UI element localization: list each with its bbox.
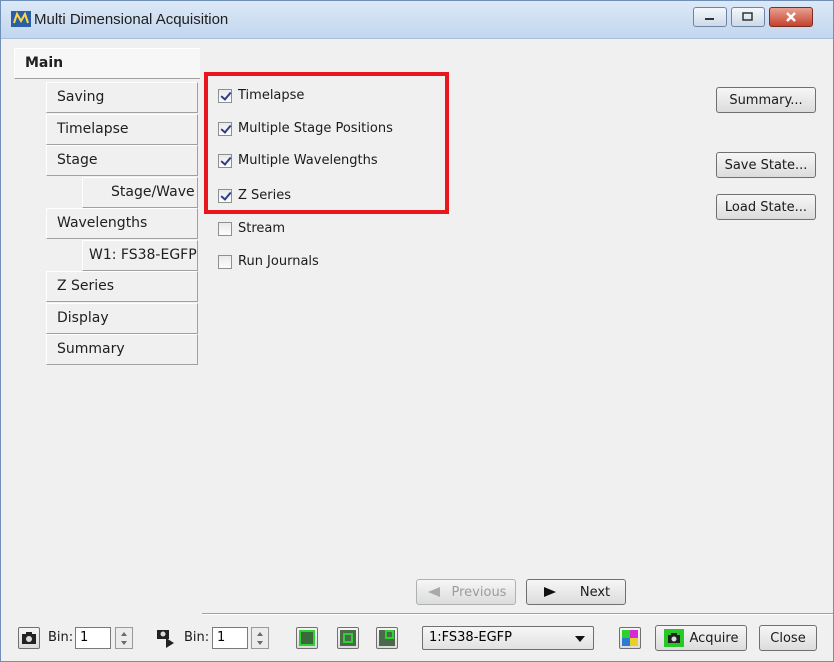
- wavelength-select[interactable]: 1:FS38-EGFP: [422, 626, 594, 650]
- tab-timelapse[interactable]: Timelapse: [46, 114, 198, 145]
- bin-spinner[interactable]: [115, 627, 133, 649]
- previous-button[interactable]: Previous: [416, 579, 516, 605]
- user-region-icon: [379, 630, 395, 646]
- maximize-icon: [742, 12, 753, 21]
- client-area: Main Saving Timelapse Stage Stage/Wave W…: [2, 40, 833, 661]
- bin-label-2: Bin:: [184, 630, 210, 645]
- tab-display[interactable]: Display: [46, 303, 198, 334]
- chevron-down-icon: [575, 636, 585, 642]
- left-arrow-icon: [427, 587, 440, 597]
- tab-z-series[interactable]: Z Series: [46, 271, 198, 302]
- save-state-button[interactable]: Save State...: [716, 152, 816, 178]
- acquire-camera-icon: [663, 629, 684, 647]
- next-label: Next: [579, 584, 611, 600]
- title-bar[interactable]: Multi Dimensional Acquisition: [1, 1, 833, 39]
- close-window-button[interactable]: [769, 7, 813, 27]
- bin-spinner-2[interactable]: [251, 627, 269, 649]
- tab-wavelengths[interactable]: Wavelengths: [46, 208, 198, 239]
- option-stream[interactable]: Stream: [218, 221, 285, 236]
- summary-button[interactable]: Summary...: [716, 87, 816, 113]
- maximize-button[interactable]: [731, 7, 765, 27]
- tab-w1-fs38-egfp[interactable]: W1: FS38-EGFP: [82, 240, 198, 271]
- load-state-button[interactable]: Load State...: [716, 194, 816, 220]
- tab-summary[interactable]: Summary: [46, 334, 198, 365]
- mda-window: Multi Dimensional Acquisition Main Savin…: [0, 0, 834, 662]
- right-arrow-icon: [543, 587, 556, 597]
- bin-input-2[interactable]: 1: [212, 627, 248, 649]
- highlight-box: [204, 72, 449, 214]
- minimize-icon: [705, 18, 714, 20]
- tab-saving[interactable]: Saving: [46, 82, 198, 113]
- live-button[interactable]: [155, 627, 177, 649]
- option-label: Stream: [238, 221, 286, 236]
- wavelength-select-value: 1:FS38-EGFP: [429, 630, 512, 645]
- full-chip-button[interactable]: [296, 627, 318, 649]
- close-icon: [786, 12, 796, 22]
- run-journals-checkbox[interactable]: [218, 254, 232, 269]
- tab-stage-wave[interactable]: Stage/Wave: [82, 177, 198, 208]
- color-channel-button[interactable]: [619, 627, 641, 649]
- tab-stage[interactable]: Stage: [46, 145, 198, 176]
- center-region-button[interactable]: [337, 627, 359, 649]
- window-title: Multi Dimensional Acquisition: [34, 11, 229, 28]
- acquire-button[interactable]: Acquire: [655, 625, 747, 651]
- user-region-button[interactable]: [376, 627, 398, 649]
- close-button[interactable]: Close: [759, 625, 817, 651]
- camera-icon: [22, 632, 36, 644]
- full-region-icon: [299, 630, 315, 646]
- bin-input[interactable]: 1: [75, 627, 111, 649]
- snap-button[interactable]: [18, 627, 40, 649]
- option-label: Run Journals: [238, 254, 319, 269]
- color-grid-icon: [622, 630, 638, 646]
- option-run-journals[interactable]: Run Journals: [218, 254, 319, 269]
- bottom-divider: [202, 613, 833, 615]
- center-region-icon: [340, 630, 356, 646]
- bin-label: Bin:: [48, 630, 74, 645]
- next-button[interactable]: Next: [526, 579, 626, 605]
- minimize-button[interactable]: [693, 7, 727, 27]
- tab-main[interactable]: Main: [14, 48, 200, 79]
- app-icon: [11, 11, 31, 27]
- stream-checkbox[interactable]: [218, 221, 232, 236]
- live-camera-icon: [157, 630, 174, 648]
- previous-label: Previous: [451, 584, 507, 600]
- acquire-label: Acquire: [689, 630, 739, 646]
